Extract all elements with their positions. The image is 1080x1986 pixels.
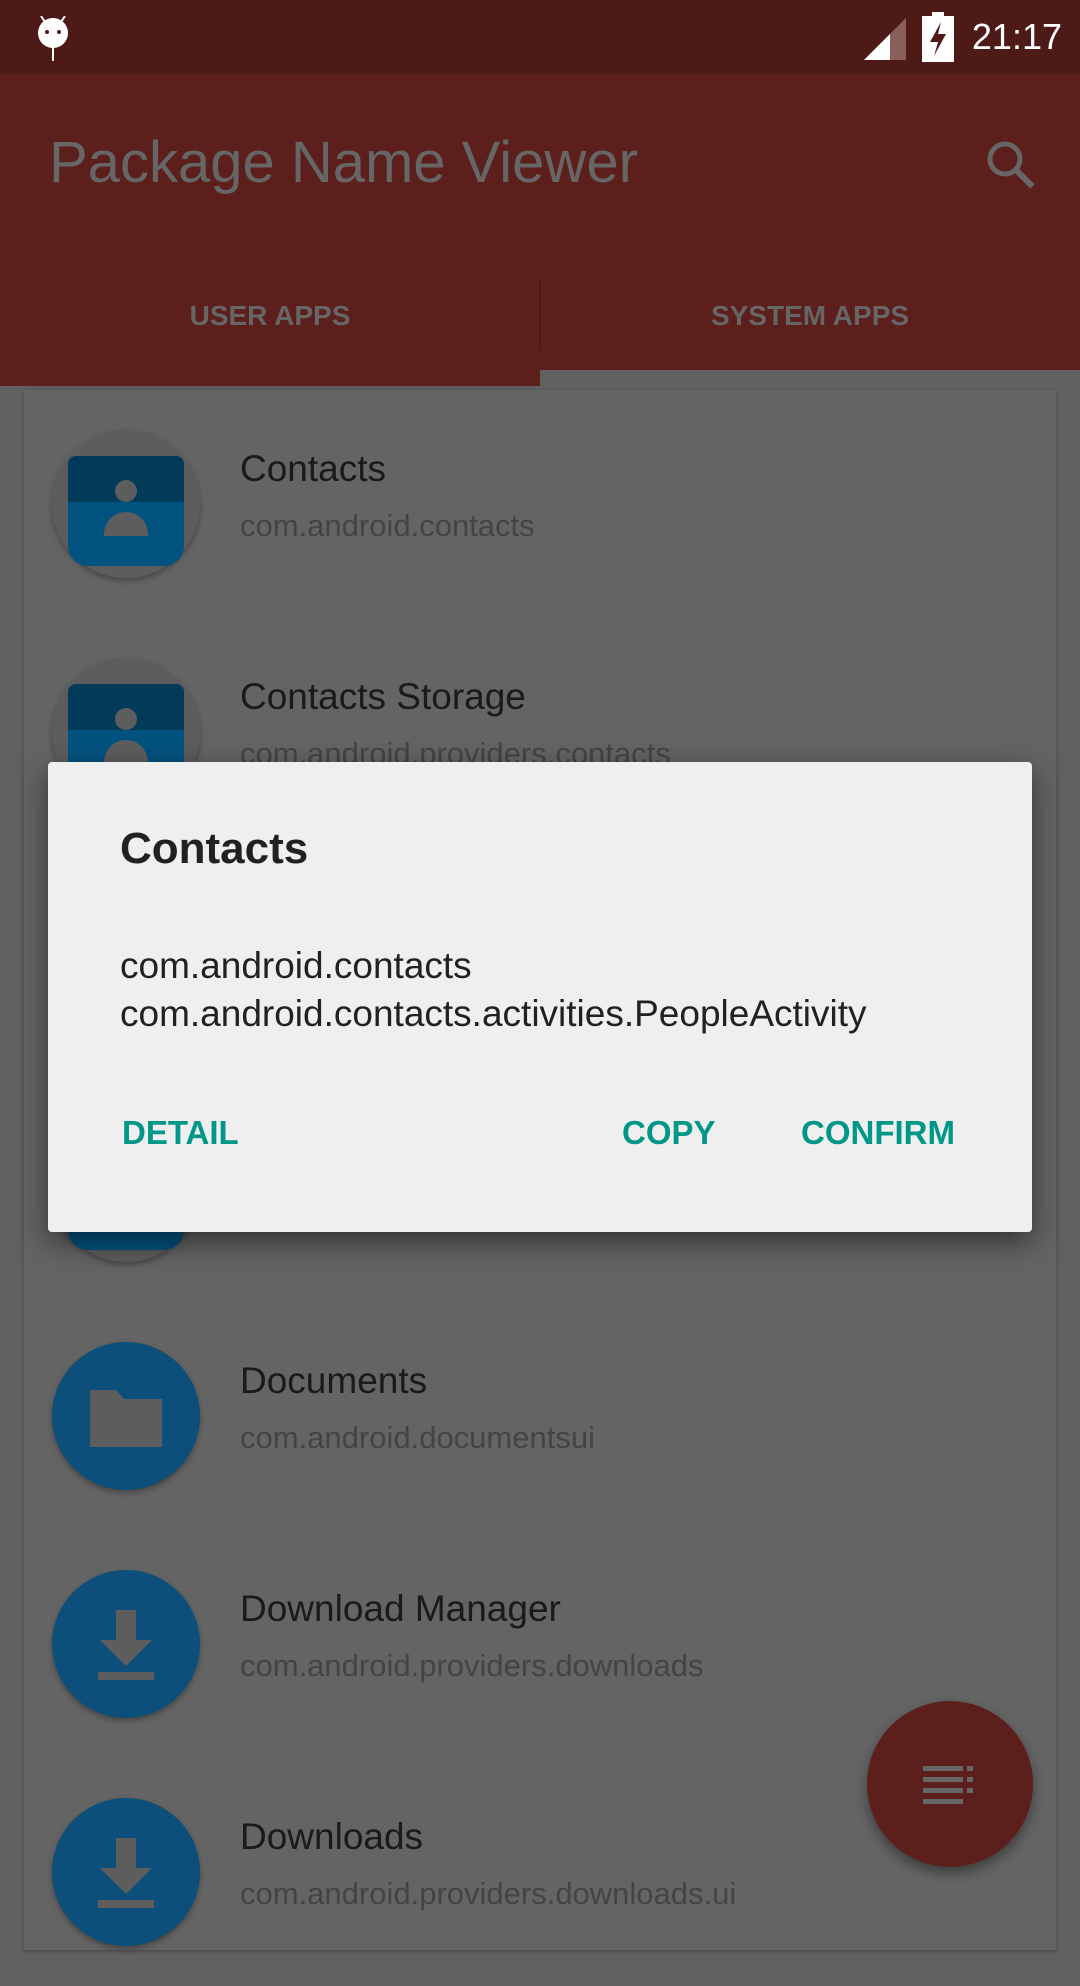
folder-icon: [52, 1342, 200, 1490]
app-title: Package Name Viewer: [49, 130, 638, 195]
list-item[interactable]: Documents com.android.documentsui: [24, 1302, 1056, 1530]
tab-indicator-gap: [540, 370, 1080, 386]
battery-charging-icon: [922, 12, 954, 62]
signal-icon: [864, 18, 906, 60]
app-name: Contacts Storage: [240, 676, 526, 717]
clock: 21:17: [971, 16, 1062, 57]
app-package: com.android.providers.downloads.ui: [240, 1876, 737, 1911]
tab-system-apps[interactable]: SYSTEM APPS: [540, 246, 1080, 386]
app-name: Documents: [240, 1360, 428, 1401]
app-bar: Package Name Viewer USER APPS SYSTEM APP…: [0, 74, 1080, 386]
contacts-icon: [52, 430, 200, 578]
dialog-message: com.android.contacts com.android.contact…: [120, 942, 867, 1038]
copy-button[interactable]: COPY: [622, 1114, 716, 1152]
package-dialog: Contacts com.android.contacts com.androi…: [48, 762, 1032, 1232]
app-package: com.android.contacts: [240, 508, 535, 543]
app-package: com.android.providers.downloads: [240, 1648, 704, 1683]
dialog-package-name: com.android.contacts: [120, 945, 472, 986]
sort-list-icon: [923, 1766, 973, 1804]
app-name: Download Manager: [240, 1588, 561, 1629]
tab-user-apps[interactable]: USER APPS: [0, 246, 540, 386]
confirm-button[interactable]: CONFIRM: [801, 1114, 955, 1152]
search-icon[interactable]: [980, 134, 1040, 194]
status-bar: 21:17: [0, 0, 1080, 74]
sort-fab-button[interactable]: [867, 1701, 1033, 1867]
app-name: Downloads: [240, 1816, 424, 1857]
app-name: Contacts: [240, 448, 387, 489]
download-icon: [52, 1798, 200, 1946]
dialog-title: Contacts: [120, 824, 309, 873]
download-icon: [52, 1570, 200, 1718]
list-item[interactable]: Contacts com.android.contacts: [24, 390, 1056, 618]
dialog-activity-name: com.android.contacts.activities.PeopleAc…: [120, 993, 867, 1034]
android-debug-icon: [38, 16, 68, 61]
detail-button[interactable]: DETAIL: [122, 1114, 239, 1152]
app-package: com.android.documentsui: [240, 1420, 595, 1455]
